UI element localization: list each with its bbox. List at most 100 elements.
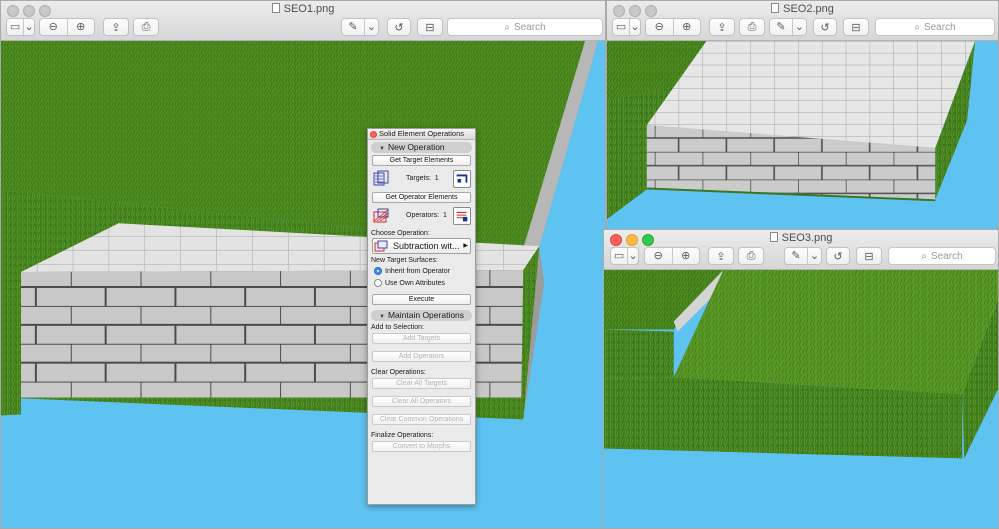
get-operator-elements-button[interactable]: Get Operator Elements <box>372 192 471 203</box>
markup-button[interactable]: ✎ ⌄ <box>341 18 379 36</box>
seo1-window: SEO1.png ▭ ⌄ ⊖ ⊕ ⇪ ⎙ ✎ ⌄ ↺ ⊟ ⌕ Search <box>0 0 606 529</box>
close-icon[interactable] <box>370 131 377 138</box>
sidebar-icon: ▭ <box>611 248 629 264</box>
toolbox-icon: ⊟ <box>425 21 435 34</box>
subtraction-icon <box>374 240 388 252</box>
seo2-window: SEO2.png ▭ ⌄ ⊖ ⊕ ⇪ ⎙ ✎ ⌄ ↺ ⊟ ⌕ Search <box>606 0 999 230</box>
choose-operation-label: Choose Operation: <box>371 230 430 237</box>
seo1-image <box>1 41 605 528</box>
print-button[interactable]: ⎙ <box>133 18 159 36</box>
clear-all-operators-button[interactable]: Clear All Operators <box>372 396 471 407</box>
operators-row: Operators: 1 <box>372 205 471 227</box>
clear-operations-label: Clear Operations: <box>371 369 426 376</box>
operator-elements-icon <box>373 208 389 223</box>
select-operators-icon[interactable] <box>453 207 471 225</box>
window-title: SEO3.png <box>604 232 998 244</box>
zoom-in-icon[interactable]: ⊕ <box>673 248 700 264</box>
clear-common-operations-button[interactable]: Clear Common Operations <box>372 414 471 425</box>
get-target-elements-button[interactable]: Get Target Elements <box>372 155 471 166</box>
document-icon <box>771 3 780 13</box>
zoom-controls[interactable]: ⊖ ⊕ <box>39 18 95 36</box>
seo3-image <box>604 270 998 528</box>
print-button[interactable]: ⎙ <box>738 247 764 265</box>
clear-all-targets-button[interactable]: Clear All Targets <box>372 378 471 389</box>
solid-element-operations-palette: Solid Element Operations ▼ New Operation … <box>367 128 476 505</box>
pen-icon: ✎ <box>770 19 793 35</box>
zoom-controls[interactable]: ⊖ ⊕ <box>645 18 701 36</box>
share-icon: ⇪ <box>717 21 727 34</box>
convert-to-morphs-button[interactable]: Convert to Morphs <box>372 441 471 452</box>
zoom-in-icon[interactable]: ⊕ <box>68 19 95 35</box>
new-operation-section[interactable]: ▼ New Operation <box>371 142 472 153</box>
seo2-titlebar[interactable]: SEO2.png ▭ ⌄ ⊖ ⊕ ⇪ ⎙ ✎ ⌄ ↺ ⊟ ⌕ Search <box>607 1 998 41</box>
search-field[interactable]: ⌕ Search <box>888 247 996 265</box>
zoom-in-icon[interactable]: ⊕ <box>674 19 701 35</box>
share-icon: ⇪ <box>111 21 121 34</box>
add-operators-button[interactable]: Add Operators <box>372 351 471 362</box>
document-icon <box>769 232 778 242</box>
operators-label: Operators: 1 <box>406 212 447 219</box>
print-icon: ⎙ <box>747 20 757 33</box>
radio-selected-icon[interactable] <box>374 267 382 275</box>
print-icon: ⎙ <box>746 249 756 262</box>
rotate-icon: ↺ <box>820 21 830 34</box>
toolbox-icon: ⊟ <box>851 21 861 34</box>
add-targets-button[interactable]: Add Targets <box>372 333 471 344</box>
chevron-down-icon: ⌄ <box>809 250 820 262</box>
finalize-operations-label: Finalize Operations: <box>371 432 434 439</box>
markup-button[interactable]: ✎ ⌄ <box>784 247 822 265</box>
rotate-button[interactable]: ↺ <box>826 247 850 265</box>
select-targets-icon[interactable] <box>453 170 471 188</box>
toolbox-button[interactable]: ⊟ <box>856 247 882 265</box>
inherit-from-operator-radio[interactable]: Inherit from Operator <box>374 266 469 276</box>
print-button[interactable]: ⎙ <box>739 18 765 36</box>
sidebar-icon: ▭ <box>7 19 25 35</box>
radio-unselected-icon[interactable] <box>374 279 382 287</box>
seo2-image <box>607 41 998 229</box>
chevron-down-icon: ⌄ <box>630 21 640 33</box>
zoom-controls[interactable]: ⊖ ⊕ <box>644 247 700 265</box>
search-icon: ⌕ <box>921 250 927 262</box>
seo3-titlebar[interactable]: SEO3.png ▭ ⌄ ⊖ ⊕ ⇪ ⎙ ✎ ⌄ ↺ ⊟ ⌕ Search <box>604 230 998 270</box>
zoom-out-icon[interactable]: ⊖ <box>645 248 673 264</box>
print-icon: ⎙ <box>141 20 151 33</box>
seo1-titlebar[interactable]: SEO1.png ▭ ⌄ ⊖ ⊕ ⇪ ⎙ ✎ ⌄ ↺ ⊟ ⌕ Search <box>1 1 605 41</box>
disclosure-triangle-icon[interactable]: ▼ <box>379 312 385 323</box>
toolbox-icon: ⊟ <box>864 250 874 263</box>
share-button[interactable]: ⇪ <box>709 18 735 36</box>
rotate-button[interactable]: ↺ <box>813 18 837 36</box>
add-to-selection-label: Add to Selection: <box>371 324 424 331</box>
palette-titlebar[interactable]: Solid Element Operations <box>368 129 475 140</box>
sidebar-toggle-button[interactable]: ▭ ⌄ <box>610 247 639 265</box>
disclosure-triangle-icon[interactable]: ▼ <box>379 144 385 155</box>
zoom-out-icon[interactable]: ⊖ <box>40 19 68 35</box>
sidebar-icon: ▭ <box>613 19 631 35</box>
sidebar-toggle-button[interactable]: ▭ ⌄ <box>612 18 641 36</box>
chevron-down-icon: ⌄ <box>794 21 805 33</box>
window-title: SEO2.png <box>607 3 998 15</box>
search-field[interactable]: ⌕ Search <box>447 18 603 36</box>
pen-icon: ✎ <box>342 19 365 35</box>
maintain-operations-section[interactable]: ▼ Maintain Operations <box>371 310 472 321</box>
toolbox-button[interactable]: ⊟ <box>843 18 869 36</box>
markup-button[interactable]: ✎ ⌄ <box>769 18 807 36</box>
chevron-down-icon: ⌄ <box>366 21 377 33</box>
search-icon: ⌕ <box>504 21 510 33</box>
share-button[interactable]: ⇪ <box>103 18 129 36</box>
chevron-down-icon: ⌄ <box>628 250 638 262</box>
use-own-attributes-radio[interactable]: Use Own Attributes <box>374 278 469 288</box>
chevron-right-icon: ▶ <box>463 243 468 249</box>
target-elements-icon <box>373 170 389 186</box>
rotate-button[interactable]: ↺ <box>387 18 411 36</box>
execute-button[interactable]: Execute <box>372 294 471 305</box>
sidebar-toggle-button[interactable]: ▭ ⌄ <box>6 18 35 36</box>
document-icon <box>271 3 280 13</box>
targets-row: Targets: 1 <box>372 168 471 190</box>
operation-dropdown[interactable]: Subtraction wit... ▶ <box>372 238 471 254</box>
zoom-out-icon[interactable]: ⊖ <box>646 19 674 35</box>
toolbox-button[interactable]: ⊟ <box>417 18 443 36</box>
share-button[interactable]: ⇪ <box>708 247 734 265</box>
rotate-icon: ↺ <box>394 21 404 34</box>
rotate-icon: ↺ <box>833 250 843 263</box>
search-field[interactable]: ⌕ Search <box>875 18 995 36</box>
